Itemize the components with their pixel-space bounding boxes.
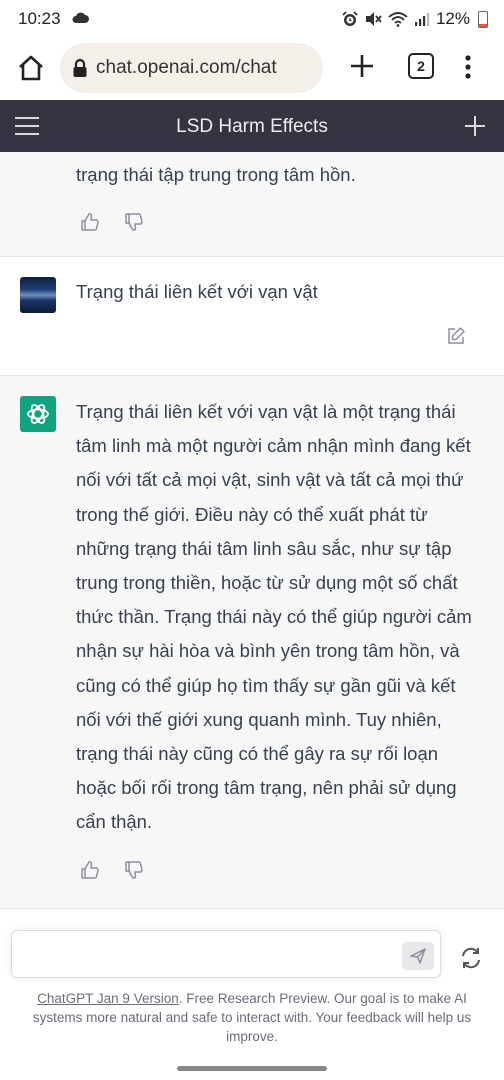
- message-text: Trạng thái liên kết với vạn vật: [76, 281, 318, 302]
- send-icon: [410, 948, 426, 964]
- alarm-icon: [342, 11, 358, 26]
- footer-disclaimer: ChatGPT Jan 9 Version. Free Research Pre…: [14, 989, 490, 1046]
- edit-icon[interactable]: [446, 326, 466, 346]
- plus-icon[interactable]: [348, 52, 376, 80]
- user-message: Trạng thái liên kết với vạn vật: [0, 257, 504, 376]
- battery-percent: 12%: [435, 9, 470, 28]
- url-text: chat.openai.com/chat: [96, 57, 277, 78]
- lock-icon[interactable]: [72, 58, 88, 78]
- send-button[interactable]: [402, 942, 434, 970]
- composer-area: ChatGPT Jan 9 Version. Free Research Pre…: [0, 918, 504, 1080]
- battery-icon: [478, 10, 488, 28]
- chat-header: LSD Harm Effects: [0, 100, 504, 152]
- tab-count: 2: [417, 58, 425, 74]
- assistant-message: trạng thái tập trung trong tâm hồn.: [0, 152, 504, 257]
- signal-icon: [414, 13, 430, 26]
- browser-toolbar: chat.openai.com/chat 2: [0, 38, 504, 100]
- tabs-icon[interactable]: 2: [408, 53, 434, 79]
- cloud-icon: [72, 12, 89, 23]
- thumbs-down-icon[interactable]: [124, 860, 144, 880]
- address-bar[interactable]: chat.openai.com/chat: [60, 43, 323, 93]
- conversation-title: LSD Harm Effects: [176, 116, 328, 137]
- feedback-buttons: [80, 212, 144, 232]
- openai-logo-icon: [20, 396, 56, 432]
- regenerate-icon[interactable]: [459, 946, 483, 970]
- message-input[interactable]: [11, 930, 441, 978]
- status-time: 10:23: [18, 9, 61, 28]
- status-bar: 10:23 12%: [0, 0, 504, 38]
- new-chat-icon[interactable]: [464, 115, 486, 137]
- mute-icon: [365, 12, 382, 26]
- thumbs-up-icon[interactable]: [80, 212, 100, 232]
- status-icons: 12%: [342, 9, 488, 29]
- message-text: trạng thái tập trung trong tâm hồn.: [76, 164, 356, 185]
- user-avatar: [20, 277, 56, 313]
- home-icon[interactable]: [16, 53, 46, 83]
- thumbs-up-icon[interactable]: [80, 860, 100, 880]
- gesture-nav-handle[interactable]: [177, 1066, 327, 1071]
- message-text: Trạng thái liên kết với vạn vật là một t…: [76, 401, 472, 833]
- feedback-buttons: [80, 860, 144, 880]
- wifi-icon: [388, 12, 408, 27]
- thumbs-down-icon[interactable]: [124, 212, 144, 232]
- more-icon[interactable]: [458, 52, 478, 82]
- version-link[interactable]: ChatGPT Jan 9 Version: [37, 991, 179, 1006]
- assistant-message: Trạng thái liên kết với vạn vật là một t…: [0, 376, 504, 909]
